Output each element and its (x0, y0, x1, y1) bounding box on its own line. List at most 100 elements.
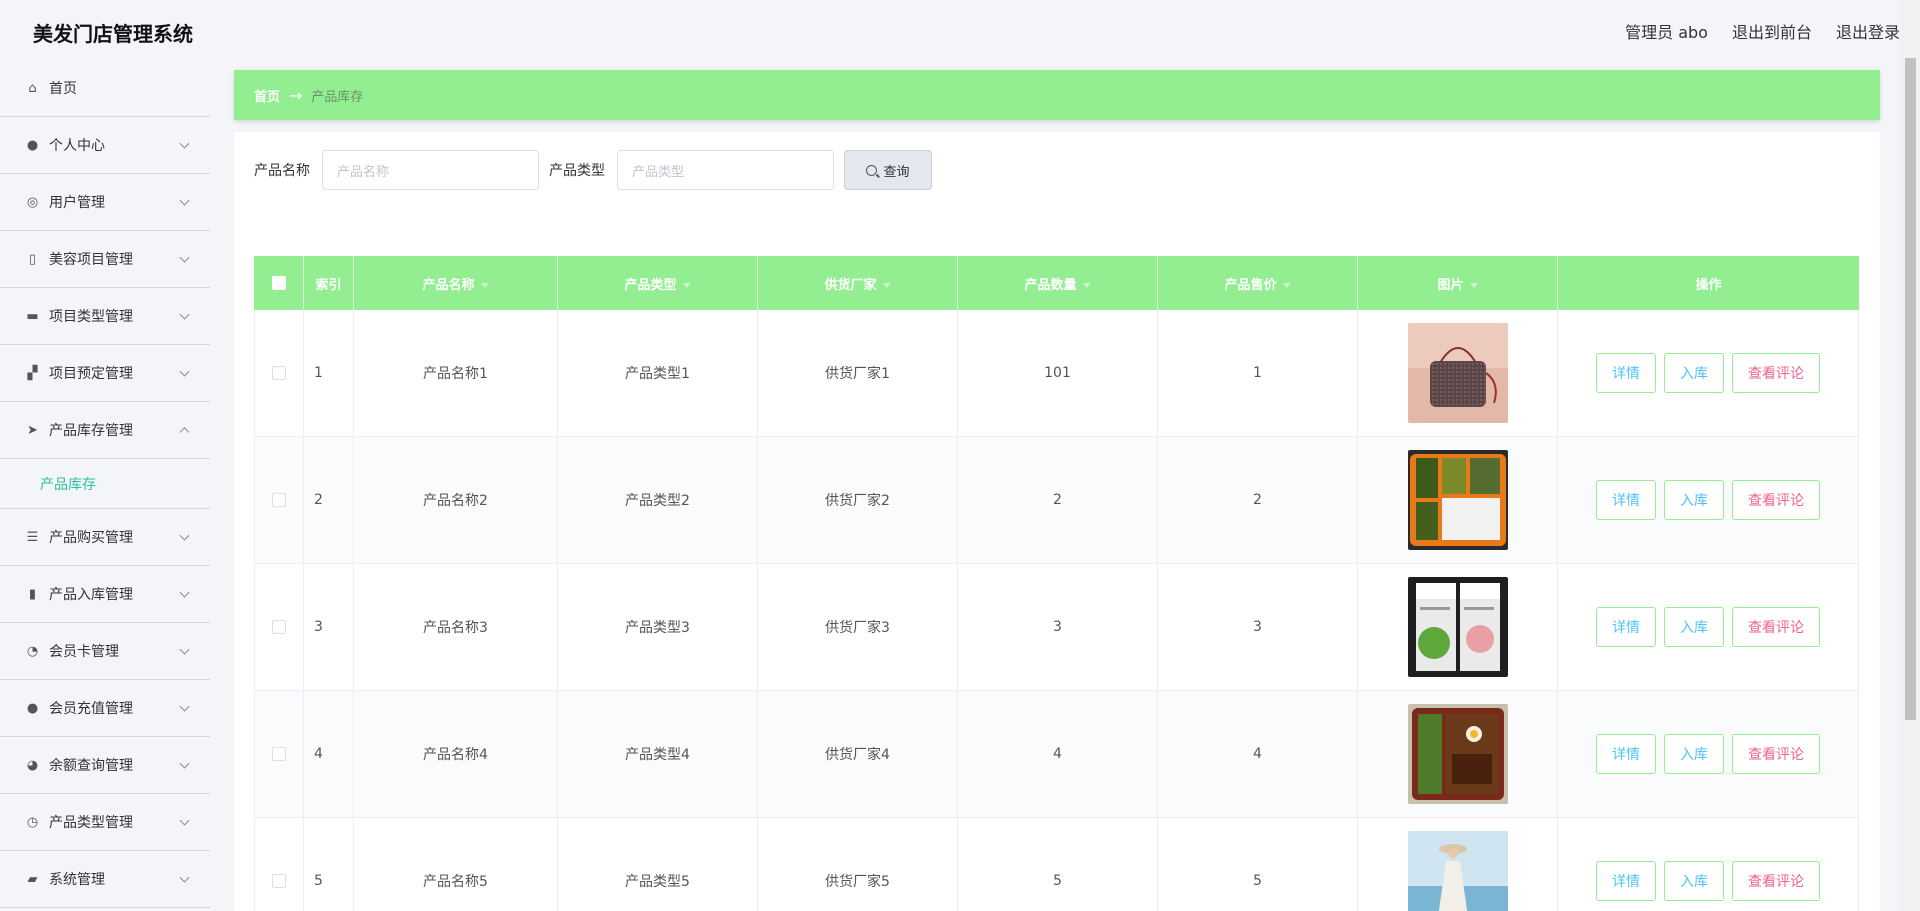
col-price[interactable]: 产品售价 (1158, 256, 1358, 310)
row-checkbox[interactable] (272, 874, 286, 888)
sort-icon[interactable] (882, 282, 891, 288)
chevron-down-icon (179, 872, 190, 883)
sidebar-subitem[interactable]: 产品库存 (0, 459, 210, 509)
sidebar-item[interactable]: ◕ 余额查询管理 (0, 737, 210, 794)
product-type-input[interactable]: 产品类型 (617, 150, 834, 190)
view-reviews-button[interactable]: 查看评论 (1732, 353, 1820, 393)
actions-cell: 详情 入库 查看评论 (1558, 564, 1859, 690)
view-reviews-button[interactable]: 查看评论 (1732, 734, 1820, 774)
sidebar-item-label: 产品购买管理 (49, 530, 133, 546)
index-cell: 4 (304, 691, 354, 817)
name-cell: 产品名称2 (354, 437, 558, 563)
mic-icon: ▯ (28, 251, 37, 267)
app-title: 美发门店管理系统 (33, 22, 193, 46)
chevron-down-icon (179, 701, 190, 712)
gauge-icon: ◕ (26, 757, 39, 773)
product-image[interactable] (1407, 577, 1508, 677)
col-product-name[interactable]: 产品名称 (354, 256, 558, 310)
product-image[interactable] (1407, 323, 1508, 423)
row-checkbox[interactable] (272, 620, 286, 634)
stock-in-button[interactable]: 入库 (1664, 353, 1724, 393)
sidebar-item[interactable]: ▯ 美容项目管理 (0, 231, 210, 288)
search-button[interactable]: 查询 (844, 150, 932, 190)
vendor-cell: 供货厂家4 (758, 691, 958, 817)
sidebar-item[interactable]: ◔ 会员卡管理 (0, 623, 210, 680)
table-header: 索引 产品名称 产品类型 供货厂家 产品数量 产品售价 图片 操作 (254, 256, 1859, 310)
sort-icon[interactable] (1469, 282, 1478, 288)
row-checkbox[interactable] (272, 747, 286, 761)
product-name-input[interactable]: 产品名称 (322, 150, 539, 190)
sidebar-item-label: 产品入库管理 (49, 587, 133, 603)
sort-icon[interactable] (682, 282, 691, 288)
sidebar-item[interactable]: ◎ 用户管理 (0, 174, 210, 231)
select-all-checkbox[interactable] (271, 276, 286, 290)
search-button-label: 查询 (883, 164, 910, 180)
stock-in-button[interactable]: 入库 (1664, 861, 1724, 901)
scrollbar-thumb[interactable] (1905, 58, 1916, 720)
chevron-down-icon (179, 644, 190, 655)
price-cell: 5 (1158, 818, 1358, 911)
row-checkbox[interactable] (272, 366, 286, 380)
thumb-icon: ▞ (27, 365, 38, 381)
product-image[interactable] (1407, 450, 1508, 550)
table-body: 1 产品名称1 产品类型1 供货厂家1 101 1 详情 入库 查看评论 2 产品名称2 产品类型2 供… (254, 310, 1859, 911)
product-image[interactable] (1407, 704, 1508, 804)
sidebar-item[interactable]: ➤ 产品库存管理 (0, 402, 210, 459)
col-image[interactable]: 图片 (1358, 256, 1558, 310)
stock-in-button[interactable]: 入库 (1664, 607, 1724, 647)
sidebar-item-label: 项目类型管理 (49, 309, 133, 325)
sidebar-item-label: 产品库存管理 (49, 423, 133, 439)
sidebar-item[interactable]: ▰ 系统管理 (0, 851, 210, 908)
index-cell: 1 (304, 310, 354, 436)
table-row: 5 产品名称5 产品类型5 供货厂家5 5 5 详情 入库 查看评论 (254, 818, 1859, 911)
view-reviews-button[interactable]: 查看评论 (1732, 480, 1820, 520)
chevron-down-icon (179, 366, 190, 377)
breadcrumb-home[interactable]: 首页 (254, 86, 280, 105)
sidebar-item[interactable]: ⌂ 首页 (0, 60, 210, 117)
sidebar-item[interactable]: ▮ 产品入库管理 (0, 566, 210, 623)
sidebar-item-label: 用户管理 (49, 195, 105, 211)
sidebar-item[interactable]: ☰ 产品购买管理 (0, 509, 210, 566)
sidebar-item[interactable]: ● 个人中心 (0, 117, 210, 174)
view-reviews-button[interactable]: 查看评论 (1732, 607, 1820, 647)
sidebar-item-label: 产品类型管理 (49, 815, 133, 831)
detail-button[interactable]: 详情 (1596, 353, 1656, 393)
image-cell (1358, 691, 1558, 817)
sort-icon[interactable] (1282, 282, 1291, 288)
name-cell: 产品名称1 (354, 310, 558, 436)
sidebar-item[interactable]: ● 会员充值管理 (0, 680, 210, 737)
stock-in-button[interactable]: 入库 (1664, 734, 1724, 774)
col-product-type[interactable]: 产品类型 (558, 256, 758, 310)
detail-button[interactable]: 详情 (1596, 607, 1656, 647)
sidebar-item[interactable]: ▬ 项目类型管理 (0, 288, 210, 345)
price-cell: 1 (1158, 310, 1358, 436)
current-user[interactable]: 管理员 abo (1625, 19, 1708, 43)
back-to-front-link[interactable]: 退出到前台 (1732, 19, 1812, 43)
sidebar-item[interactable]: ◷ 产品类型管理 (0, 794, 210, 851)
row-checkbox[interactable] (272, 493, 286, 507)
product-image[interactable] (1407, 831, 1508, 911)
col-vendor[interactable]: 供货厂家 (758, 256, 958, 310)
breadcrumb-arrow-icon: → (289, 85, 303, 105)
chat-icon: ▬ (26, 308, 39, 324)
sort-icon[interactable] (480, 282, 489, 288)
quantity-cell: 5 (958, 818, 1158, 911)
price-cell: 2 (1158, 437, 1358, 563)
detail-button[interactable]: 详情 (1596, 861, 1656, 901)
view-reviews-button[interactable]: 查看评论 (1732, 861, 1820, 901)
compass-icon: ◔ (26, 643, 39, 659)
logout-link[interactable]: 退出登录 (1836, 19, 1900, 43)
sidebar-item[interactable]: ▞ 项目预定管理 (0, 345, 210, 402)
sort-icon[interactable] (1082, 282, 1091, 288)
col-index[interactable]: 索引 (304, 256, 354, 310)
quantity-cell: 2 (958, 437, 1158, 563)
col-quantity[interactable]: 产品数量 (958, 256, 1158, 310)
detail-button[interactable]: 详情 (1596, 480, 1656, 520)
product-name-label: 产品名称 (254, 163, 310, 179)
clock-icon: ◷ (26, 814, 39, 830)
stock-in-button[interactable]: 入库 (1664, 480, 1724, 520)
vendor-cell: 供货厂家1 (758, 310, 958, 436)
detail-button[interactable]: 详情 (1596, 734, 1656, 774)
select-cell (254, 437, 304, 563)
product-table: 索引 产品名称 产品类型 供货厂家 产品数量 产品售价 图片 操作 1 产品名称1… (254, 256, 1859, 911)
